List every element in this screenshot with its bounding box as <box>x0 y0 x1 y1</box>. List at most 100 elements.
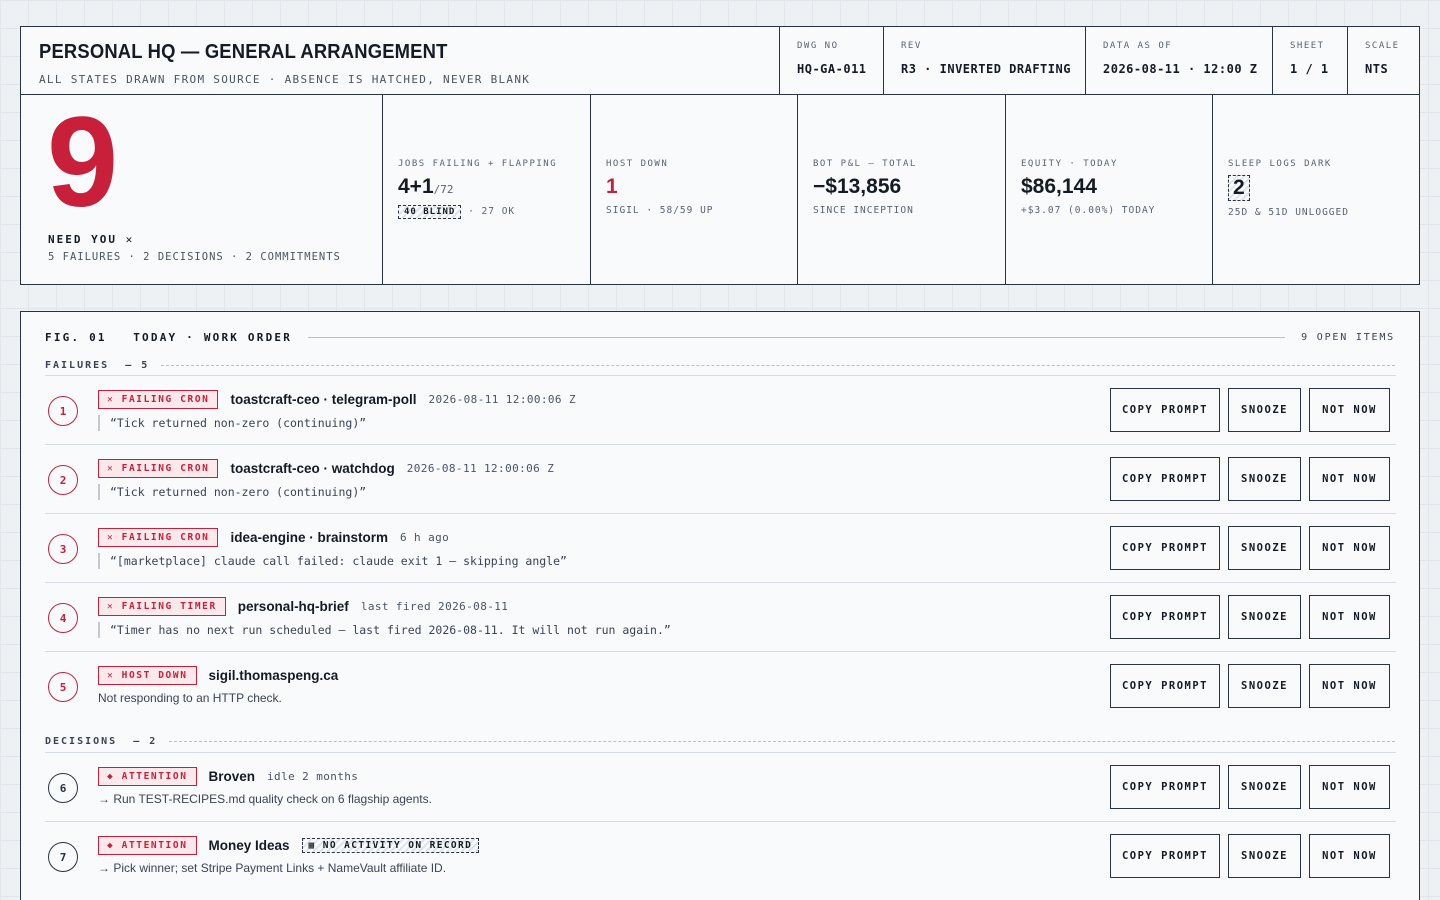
jobs-ok-count: · 27 OK <box>468 206 516 217</box>
copy-prompt-button[interactable]: COPY PROMPT <box>1110 457 1220 501</box>
meta-value: HQ-GA-011 <box>797 62 867 76</box>
section-rule <box>161 365 1395 366</box>
snooze-button[interactable]: SNOOZE <box>1228 664 1301 708</box>
item-number: 4 <box>48 603 78 633</box>
kpi-label: HOST DOWN <box>606 159 669 169</box>
item-number: 3 <box>48 534 78 564</box>
kpi-label: BOT P&L — TOTAL <box>813 159 917 169</box>
copy-prompt-button[interactable]: COPY PROMPT <box>1110 834 1220 878</box>
item-number: 7 <box>48 842 78 872</box>
status-badge: ✕ FAILING CRON <box>98 389 219 409</box>
error-message: “Tick returned non-zero (continuing)” <box>98 484 1096 500</box>
not-now-button[interactable]: NOT NOW <box>1309 388 1390 432</box>
item-number: 1 <box>48 396 78 426</box>
item-headline: ◆ ATTENTION Broven idle 2 months <box>98 766 1096 786</box>
snooze-button[interactable]: SNOOZE <box>1228 388 1301 432</box>
not-now-button[interactable]: NOT NOW <box>1309 526 1390 570</box>
kpi-sub: 25D & 51D UNLOGGED <box>1228 207 1349 218</box>
row-actions: COPY PROMPT SNOOZE NOT NOW <box>1110 834 1390 878</box>
snooze-button[interactable]: SNOOZE <box>1228 526 1301 570</box>
copy-prompt-button[interactable]: COPY PROMPT <box>1110 388 1220 432</box>
project-name: Broven <box>208 768 256 784</box>
next-action: → Run TEST-RECIPES.md quality check on 6… <box>98 792 432 806</box>
kpi-host-down[interactable]: HOST DOWN 1 SIGIL · 58/59 UP <box>590 95 797 284</box>
kpi-equity[interactable]: EQUITY · TODAY $86,144 +$3.07 (0.00%) TO… <box>1005 95 1212 284</box>
item-body: ✕ HOST DOWN sigil.thomaspeng.ca Not resp… <box>98 665 1096 705</box>
kpi-value: −$13,856 <box>813 175 902 198</box>
copy-prompt-button[interactable]: COPY PROMPT <box>1110 765 1220 809</box>
need-you-kpi[interactable]: 9 NEED YOU ✕ 5 FAILURES · 2 DECISIONS · … <box>21 95 382 284</box>
not-now-button[interactable]: NOT NOW <box>1309 664 1390 708</box>
meta-scale: SCALE NTS <box>1347 27 1419 94</box>
decision-row[interactable]: 6 ◆ ATTENTION Broven idle 2 months → Run… <box>45 752 1396 821</box>
row-actions: COPY PROMPT SNOOZE NOT NOW <box>1110 765 1390 809</box>
meta-value: R3 · INVERTED DRAFTING <box>901 62 1071 76</box>
section-rule <box>169 741 1395 742</box>
item-headline: ✕ FAILING CRON toastcraft-ceo · telegram… <box>98 389 1096 409</box>
kpi-value: 4+1/72 <box>398 175 590 199</box>
kpi-value: 2 <box>1228 175 1419 201</box>
kpi-strip: 9 NEED YOU ✕ 5 FAILURES · 2 DECISIONS · … <box>21 95 1419 284</box>
not-now-button[interactable]: NOT NOW <box>1309 834 1390 878</box>
timestamp: last fired 2026-08-11 <box>360 599 509 613</box>
copy-prompt-button[interactable]: COPY PROMPT <box>1110 664 1220 708</box>
kpi-label: SLEEP LOGS DARK <box>1228 159 1332 169</box>
error-message: Not responding to an HTTP check. <box>98 691 282 705</box>
need-you-count: 9 <box>47 91 118 234</box>
item-headline: ◆ ATTENTION Money Ideas ▩ NO ACTIVITY ON… <box>98 835 1096 855</box>
kpi-label: EQUITY · TODAY <box>1021 159 1118 169</box>
meta-label: DATA AS OF <box>1103 41 1173 51</box>
decision-row[interactable]: 7 ◆ ATTENTION Money Ideas ▩ NO ACTIVITY … <box>45 821 1396 890</box>
timestamp: 2026-08-11 12:00:06 Z <box>406 461 555 475</box>
snooze-button[interactable]: SNOOZE <box>1228 595 1301 639</box>
meta-data-as-of: DATA AS OF 2026-08-11 · 12:00 Z <box>1085 27 1272 94</box>
item-body: ◆ ATTENTION Money Ideas ▩ NO ACTIVITY ON… <box>98 835 1096 875</box>
row-actions: COPY PROMPT SNOOZE NOT NOW <box>1110 457 1390 501</box>
status-badge: ✕ FAILING CRON <box>98 458 219 478</box>
snooze-button[interactable]: SNOOZE <box>1228 765 1301 809</box>
item-headline: ✕ FAILING CRON toastcraft-ceo · watchdog… <box>98 458 1096 478</box>
decisions-count: — 2 <box>133 736 158 747</box>
copy-prompt-button[interactable]: COPY PROMPT <box>1110 595 1220 639</box>
kpi-jobs[interactable]: JOBS FAILING + FLAPPING 4+1/72 40 BLIND … <box>382 95 590 284</box>
status-badge: ✕ HOST DOWN <box>98 665 197 685</box>
error-message: “Tick returned non-zero (continuing)” <box>98 415 1096 431</box>
meta-label: REV <box>901 41 922 51</box>
snooze-button[interactable]: SNOOZE <box>1228 457 1301 501</box>
item-body: ✕ FAILING CRON toastcraft-ceo · watchdog… <box>98 458 1096 500</box>
page-subtitle: ALL STATES DRAWN FROM SOURCE · ABSENCE I… <box>39 73 531 86</box>
item-number: 5 <box>48 672 78 702</box>
item-body: ✕ FAILING TIMER personal-hq-brief last f… <box>98 596 1096 638</box>
attention-badge: ◆ ATTENTION <box>98 766 197 786</box>
work-order-panel: FIG. 01 TODAY · WORK ORDER 9 OPEN ITEMS … <box>20 311 1420 900</box>
not-now-button[interactable]: NOT NOW <box>1309 765 1390 809</box>
meta-sheet: SHEET 1 / 1 <box>1272 27 1347 94</box>
item-body: ✕ FAILING CRON toastcraft-ceo · telegram… <box>98 389 1096 431</box>
not-now-button[interactable]: NOT NOW <box>1309 457 1390 501</box>
title-strip: PERSONAL HQ — GENERAL ARRANGEMENT ALL ST… <box>21 27 1419 95</box>
item-headline: ✕ FAILING CRON idea-engine · brainstorm … <box>98 527 1096 547</box>
not-now-button[interactable]: NOT NOW <box>1309 595 1390 639</box>
job-name: idea-engine · brainstorm <box>230 529 389 545</box>
kpi-sub: SINCE INCEPTION <box>813 205 914 216</box>
attention-badge: ◆ ATTENTION <box>98 835 197 855</box>
kpi-bot-pnl[interactable]: BOT P&L — TOTAL −$13,856 SINCE INCEPTION <box>797 95 1005 284</box>
next-action: → Pick winner; set Stripe Payment Links … <box>98 861 447 875</box>
jobs-total: /72 <box>433 183 454 196</box>
failure-row[interactable]: 4 ✕ FAILING TIMER personal-hq-brief last… <box>45 582 1396 651</box>
title-block: PERSONAL HQ — GENERAL ARRANGEMENT ALL ST… <box>20 26 1420 285</box>
jobs-failing-value: 4+1 <box>398 175 434 198</box>
open-items-count: 9 OPEN ITEMS <box>1301 332 1395 343</box>
failure-row[interactable]: 2 ✕ FAILING CRON toastcraft-ceo · watchd… <box>45 444 1396 513</box>
snooze-button[interactable]: SNOOZE <box>1228 834 1301 878</box>
idle-duration: idle 2 months <box>267 769 359 783</box>
figure-title: FIG. 01 TODAY · WORK ORDER <box>45 331 292 344</box>
host-name: sigil.thomaspeng.ca <box>208 667 339 683</box>
failure-row[interactable]: 1 ✕ FAILING CRON toastcraft-ceo · telegr… <box>45 375 1396 444</box>
copy-prompt-button[interactable]: COPY PROMPT <box>1110 526 1220 570</box>
failure-row[interactable]: 5 ✕ HOST DOWN sigil.thomaspeng.ca Not re… <box>45 651 1396 720</box>
kpi-sleep-logs[interactable]: SLEEP LOGS DARK 2 25D & 51D UNLOGGED <box>1212 95 1419 284</box>
failure-row[interactable]: 3 ✕ FAILING CRON idea-engine · brainstor… <box>45 513 1396 582</box>
failures-section-header: FAILURES — 5 <box>45 360 1395 371</box>
no-activity-tag: ▩ NO ACTIVITY ON RECORD <box>301 837 480 853</box>
